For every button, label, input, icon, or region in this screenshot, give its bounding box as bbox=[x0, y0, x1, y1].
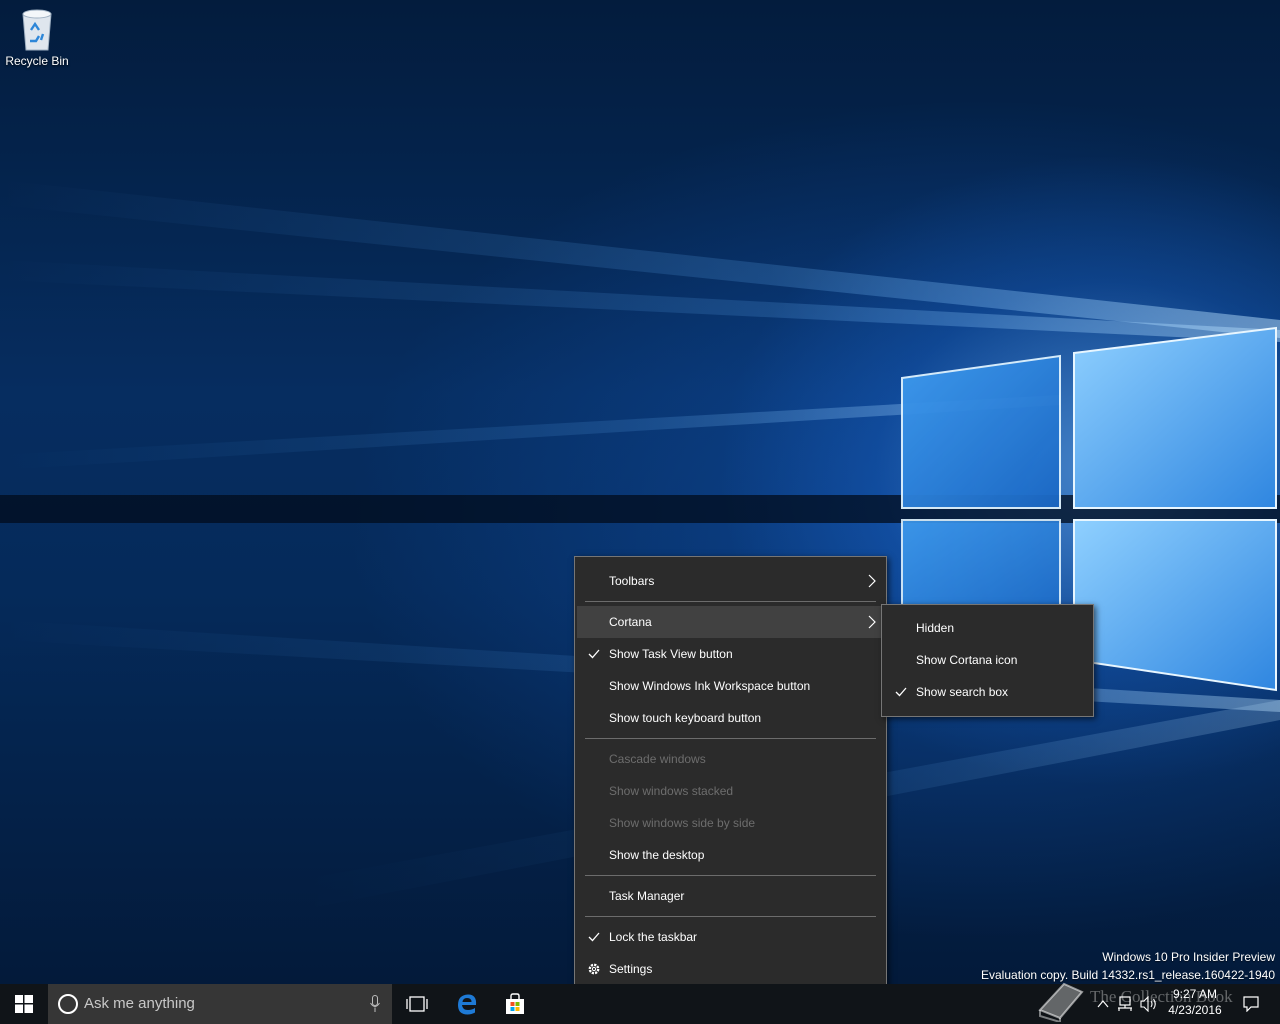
menu-item-label: Show touch keyboard button bbox=[609, 711, 762, 725]
desktop-icon-label: Recycle Bin bbox=[5, 54, 69, 68]
menu-item-label: Show search box bbox=[916, 685, 1009, 699]
logo-pane-top-left bbox=[901, 354, 1061, 509]
chevron-right-icon bbox=[866, 606, 878, 638]
search-placeholder: Ask me anything bbox=[84, 995, 195, 1012]
taskbar-context-menu: Toolbars Cortana Show Task View button S… bbox=[574, 556, 887, 994]
menu-item-label: Task Manager bbox=[609, 889, 685, 903]
chevron-right-icon bbox=[866, 565, 878, 597]
menu-item-label: Show windows stacked bbox=[609, 784, 734, 798]
menu-item-label: Show Cortana icon bbox=[916, 653, 1018, 667]
submenu-item-hidden[interactable]: Hidden bbox=[884, 612, 1091, 644]
menu-item-label: Cortana bbox=[609, 615, 652, 629]
logo-pane-top-right bbox=[1073, 326, 1277, 509]
checkmark-icon bbox=[894, 676, 908, 708]
menu-item-label: Lock the taskbar bbox=[609, 930, 698, 944]
menu-separator bbox=[585, 916, 876, 917]
menu-item-show-the-desktop[interactable]: Show the desktop bbox=[577, 839, 884, 871]
microphone-icon[interactable] bbox=[370, 995, 380, 1018]
menu-separator bbox=[585, 738, 876, 739]
task-view-icon bbox=[406, 996, 428, 1012]
action-center-button[interactable] bbox=[1236, 984, 1266, 1024]
cortana-icon bbox=[58, 994, 78, 1014]
menu-item-label: Show Task View button bbox=[609, 647, 733, 661]
store-taskbar-button[interactable] bbox=[492, 984, 538, 1024]
menu-item-label: Show windows side by side bbox=[609, 816, 756, 830]
edge-taskbar-button[interactable] bbox=[444, 984, 490, 1024]
menu-item-show-touch-keyboard-button[interactable]: Show touch keyboard button bbox=[577, 702, 884, 734]
submenu-item-show-search-box[interactable]: Show search box bbox=[884, 676, 1091, 708]
menu-item-label: Show Windows Ink Workspace button bbox=[609, 679, 811, 693]
menu-item-show-windows-side-by-side: Show windows side by side bbox=[577, 807, 884, 839]
menu-item-lock-the-taskbar[interactable]: Lock the taskbar bbox=[577, 921, 884, 953]
menu-item-toolbars[interactable]: Toolbars bbox=[577, 565, 884, 597]
menu-separator bbox=[585, 601, 876, 602]
menu-item-label: Cascade windows bbox=[609, 752, 706, 766]
menu-item-show-windows-stacked: Show windows stacked bbox=[577, 775, 884, 807]
menu-item-label: Settings bbox=[609, 962, 653, 976]
book-logo-icon bbox=[1038, 982, 1084, 1022]
build-watermark-line1: Windows 10 Pro Insider Preview bbox=[1102, 950, 1275, 964]
submenu-item-show-cortana-icon[interactable]: Show Cortana icon bbox=[884, 644, 1091, 676]
menu-item-label: Show the desktop bbox=[609, 848, 705, 862]
menu-item-cortana[interactable]: Cortana bbox=[577, 606, 884, 638]
recycle-bin-icon bbox=[22, 9, 52, 51]
cortana-search-box[interactable]: Ask me anything bbox=[48, 984, 392, 1024]
gear-icon bbox=[587, 953, 601, 985]
edge-icon bbox=[458, 994, 477, 1015]
menu-separator bbox=[585, 875, 876, 876]
menu-item-settings[interactable]: Settings bbox=[577, 953, 884, 985]
checkmark-icon bbox=[587, 638, 601, 670]
menu-item-label: Toolbars bbox=[609, 574, 655, 588]
windows-logo-icon bbox=[15, 995, 33, 1013]
menu-item-label: Hidden bbox=[916, 621, 955, 635]
task-view-button[interactable] bbox=[394, 984, 440, 1024]
start-button[interactable] bbox=[0, 984, 48, 1024]
action-center-icon bbox=[1243, 996, 1259, 1012]
brand-overlay-text: The Collection Book bbox=[1090, 987, 1233, 1006]
logo-pane-bottom-right bbox=[1073, 519, 1277, 692]
menu-item-cascade-windows: Cascade windows bbox=[577, 743, 884, 775]
desktop-icon-recycle-bin[interactable]: Recycle Bin bbox=[2, 6, 72, 68]
build-watermark-line2: Evaluation copy. Build 14332.rs1_release… bbox=[981, 968, 1275, 982]
light-beam bbox=[0, 180, 1280, 338]
cortana-submenu: Hidden Show Cortana icon Show search box bbox=[881, 604, 1094, 717]
store-icon bbox=[506, 993, 524, 1014]
menu-item-task-manager[interactable]: Task Manager bbox=[577, 880, 884, 912]
checkmark-icon bbox=[587, 921, 601, 953]
menu-item-show-windows-ink-workspace-button[interactable]: Show Windows Ink Workspace button bbox=[577, 670, 884, 702]
menu-item-show-task-view-button[interactable]: Show Task View button bbox=[577, 638, 884, 670]
